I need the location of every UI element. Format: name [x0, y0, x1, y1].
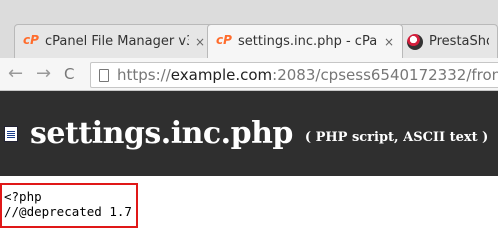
- tab-settings-inc-php[interactable]: settings.inc.php - cPanel ×: [207, 24, 403, 58]
- cpanel-icon: [23, 33, 39, 50]
- url-scheme: https://: [117, 66, 171, 84]
- page-title: settings.inc.php: [30, 116, 293, 151]
- file-content-highlight: <?php//@deprecated 1.7: [0, 183, 138, 228]
- tab-label: cPanel File Manager v3: [45, 34, 189, 49]
- cpanel-icon: [216, 33, 232, 50]
- tab-label: settings.inc.php - cPanel: [238, 34, 378, 49]
- code-line: //@deprecated 1.7: [4, 204, 132, 219]
- file-type-label: ( PHP script, ASCII text ): [304, 130, 489, 145]
- page-icon: [99, 68, 109, 82]
- text-file-icon: [4, 125, 18, 142]
- prestashop-icon: [407, 33, 423, 50]
- file-header: settings.inc.php ( PHP script, ASCII tex…: [0, 91, 498, 176]
- browser-toolbar: ← → C https://example.com:2083/cpsess654…: [0, 58, 498, 91]
- tab-cpanel-file-manager[interactable]: cPanel File Manager v3 ×: [14, 24, 214, 58]
- url-host: example.com: [170, 66, 273, 84]
- reload-icon[interactable]: C: [64, 64, 74, 84]
- forward-arrow-icon[interactable]: →: [36, 64, 51, 84]
- code-line: <?php: [4, 189, 42, 204]
- browser-tab-strip: cPanel File Manager v3 × settings.inc.ph…: [0, 0, 498, 58]
- tab-prestashop[interactable]: PrestaShop: [398, 24, 498, 58]
- address-bar[interactable]: https://example.com:2083/cpsess654017233…: [90, 62, 498, 88]
- back-arrow-icon[interactable]: ←: [8, 64, 23, 84]
- close-icon[interactable]: ×: [378, 35, 394, 49]
- tab-label: PrestaShop: [429, 34, 489, 49]
- url-path: :2083/cpsess6540172332/frontend/p: [272, 66, 498, 84]
- close-icon[interactable]: ×: [189, 35, 205, 49]
